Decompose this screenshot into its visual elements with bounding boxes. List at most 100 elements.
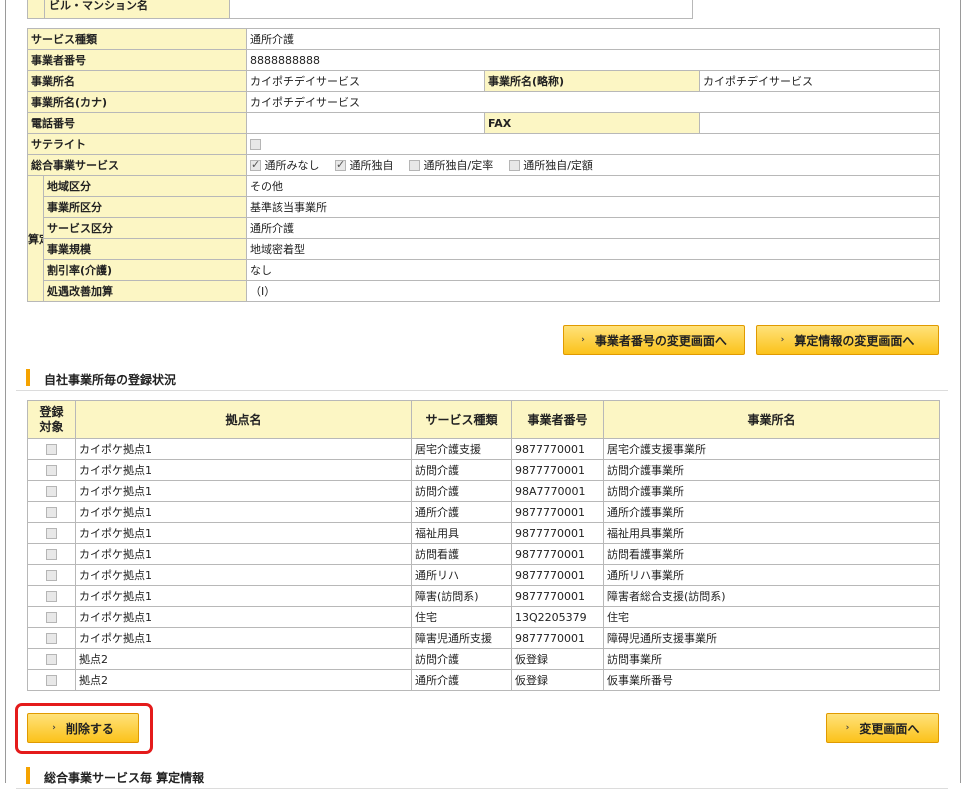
service-type-cell: 障害(訪問系) [411,585,512,607]
col-header-base: 拠点名 [75,400,412,439]
section-header-registration: 自社事業所毎の登録状況 [16,366,948,391]
table-row: カイポケ拠点1 訪問介護 9877770001 訪問介護事業所 [27,459,940,481]
row-checkbox[interactable] [46,632,57,644]
treatment-value: （Ⅰ） [246,280,940,302]
row-checkbox[interactable] [46,569,57,581]
row-checkbox[interactable] [46,674,57,686]
delete-button[interactable]: › 削除する [27,713,139,743]
sogo-label: 総合事業サービス [27,154,247,176]
business-number-value: 8888888888 [246,49,940,71]
fax-value [699,112,940,134]
base-name-cell: カイポケ拠点1 [75,522,412,544]
building-name-row: ビル・マンション名 [27,0,693,19]
table-row: 拠点2 通所介護 仮登録 仮事業所番号 [27,669,940,691]
business-number-cell: 9877770001 [511,459,604,481]
base-name-cell: カイポケ拠点1 [75,438,412,460]
service-type-cell: 訪問看護 [411,543,512,565]
office-name-cell: 障碍児通所支援事業所 [603,627,940,649]
office-name-label: 事業所名 [27,70,247,92]
service-type-label: サービス種類 [27,28,247,50]
row-checkbox[interactable] [46,653,57,665]
office-name-cell: 障害者総合支援(訪問系) [603,585,940,607]
phone-value [246,112,485,134]
col-header-office: 事業所名 [603,400,940,439]
business-number-cell: 9877770001 [511,627,604,649]
office-name-cell: 住宅 [603,606,940,628]
service-type-cell: 通所介護 [411,669,512,691]
office-name-cell: 居宅介護支援事業所 [603,438,940,460]
sogo-checkbox-1[interactable] [250,158,261,171]
change-screen-button[interactable]: › 変更画面へ [826,713,939,743]
office-kana-label: 事業所名(カナ) [27,91,247,113]
registration-table: 登録 対象 拠点名 サービス種類 事業者番号 事業所名 カイポケ拠点1 居宅介護支援… [27,400,940,691]
satellite-checkbox[interactable] [250,138,261,150]
service-type-value: 通所介護 [246,28,940,50]
office-info-table: サービス種類 通所介護 事業者番号 8888888888 事業所名 カイポチデイ… [27,28,940,302]
business-number-cell: 9877770001 [511,522,604,544]
row-checkbox[interactable] [46,506,57,518]
area-value: その他 [246,175,940,197]
col-header-target: 登録 対象 [27,400,76,439]
table-row: カイポケ拠点1 居宅介護支援 9877770001 居宅介護支援事業所 [27,438,940,460]
business-number-cell: 9877770001 [511,438,604,460]
change-santei-button[interactable]: › 算定情報の変更画面へ [756,325,939,355]
row-checkbox[interactable] [46,590,57,602]
sogo-option-label: 通所独自/定額 [523,159,593,172]
phone-label: 電話番号 [27,112,247,134]
discount-label: 割引率(介護) [43,259,247,281]
arrow-icon: › [581,335,585,345]
satellite-label: サテライト [27,133,247,155]
office-name-cell: 訪問看護事業所 [603,543,940,565]
sogo-checkbox-2[interactable] [335,158,346,171]
service-type-cell: 居宅介護支援 [411,438,512,460]
service-type-cell: 訪問介護 [411,648,512,670]
business-number-cell: 9877770001 [511,585,604,607]
area-label: 地域区分 [43,175,247,197]
office-short-value: カイポチデイサービス [699,70,940,92]
business-number-cell: 9877770001 [511,543,604,565]
base-name-cell: カイポケ拠点1 [75,606,412,628]
base-name-cell: 拠点2 [75,669,412,691]
business-number-cell: 9877770001 [511,564,604,586]
business-number-cell: 13Q2205379 [511,606,604,628]
sogo-checkbox-4[interactable] [508,160,520,171]
office-cat-label: 事業所区分 [43,196,247,218]
sogo-option-label: 通所独自/定率 [423,159,494,172]
row-checkbox[interactable] [46,611,57,623]
office-name-cell: 福祉用具事業所 [603,522,940,544]
base-name-cell: カイポケ拠点1 [75,627,412,649]
change-number-button[interactable]: › 事業者番号の変更画面へ [563,325,745,355]
row-checkbox[interactable] [46,485,57,497]
col-header-number: 事業者番号 [511,400,604,439]
office-name-cell: 通所リハ事業所 [603,564,940,586]
service-cat-value: 通所介護 [246,217,940,239]
base-name-cell: カイポケ拠点1 [75,480,412,502]
base-name-cell: カイポケ拠点1 [75,585,412,607]
table-row: カイポケ拠点1 訪問看護 9877770001 訪問看護事業所 [27,543,940,565]
business-number-cell: 仮登録 [511,648,604,670]
section-title: 自社事業所毎の登録状況 [44,373,177,387]
table-row: カイポケ拠点1 通所リハ 9877770001 通所リハ事業所 [27,564,940,586]
treatment-label: 処遇改善加算 [43,280,247,302]
business-number-cell: 98A7770001 [511,480,604,502]
service-type-cell: 障害児通所支援 [411,627,512,649]
service-type-cell: 訪問介護 [411,480,512,502]
table-row: カイポケ拠点1 福祉用具 9877770001 福祉用具事業所 [27,522,940,544]
sogo-option-label: 通所みなし [264,159,320,172]
office-kana-value: カイポチデイサービス [246,91,940,113]
base-name-cell: カイポケ拠点1 [75,459,412,481]
row-checkbox[interactable] [46,527,57,539]
sogo-option-label: 通所独自 [349,159,394,172]
row-checkbox[interactable] [46,443,57,455]
sogo-checkbox-3[interactable] [409,160,420,171]
row-checkbox[interactable] [46,548,57,560]
business-number-cell: 仮登録 [511,669,604,691]
table-row: 拠点2 訪問介護 仮登録 訪問事業所 [27,648,940,670]
office-name-value: カイポチデイサービス [246,70,485,92]
base-name-cell: 拠点2 [75,648,412,670]
business-number-cell: 9877770001 [511,501,604,523]
office-name-cell: 通所介護事業所 [603,501,940,523]
building-name-label: ビル・マンション名 [44,0,230,18]
service-type-cell: 通所リハ [411,564,512,586]
row-checkbox[interactable] [46,464,57,476]
